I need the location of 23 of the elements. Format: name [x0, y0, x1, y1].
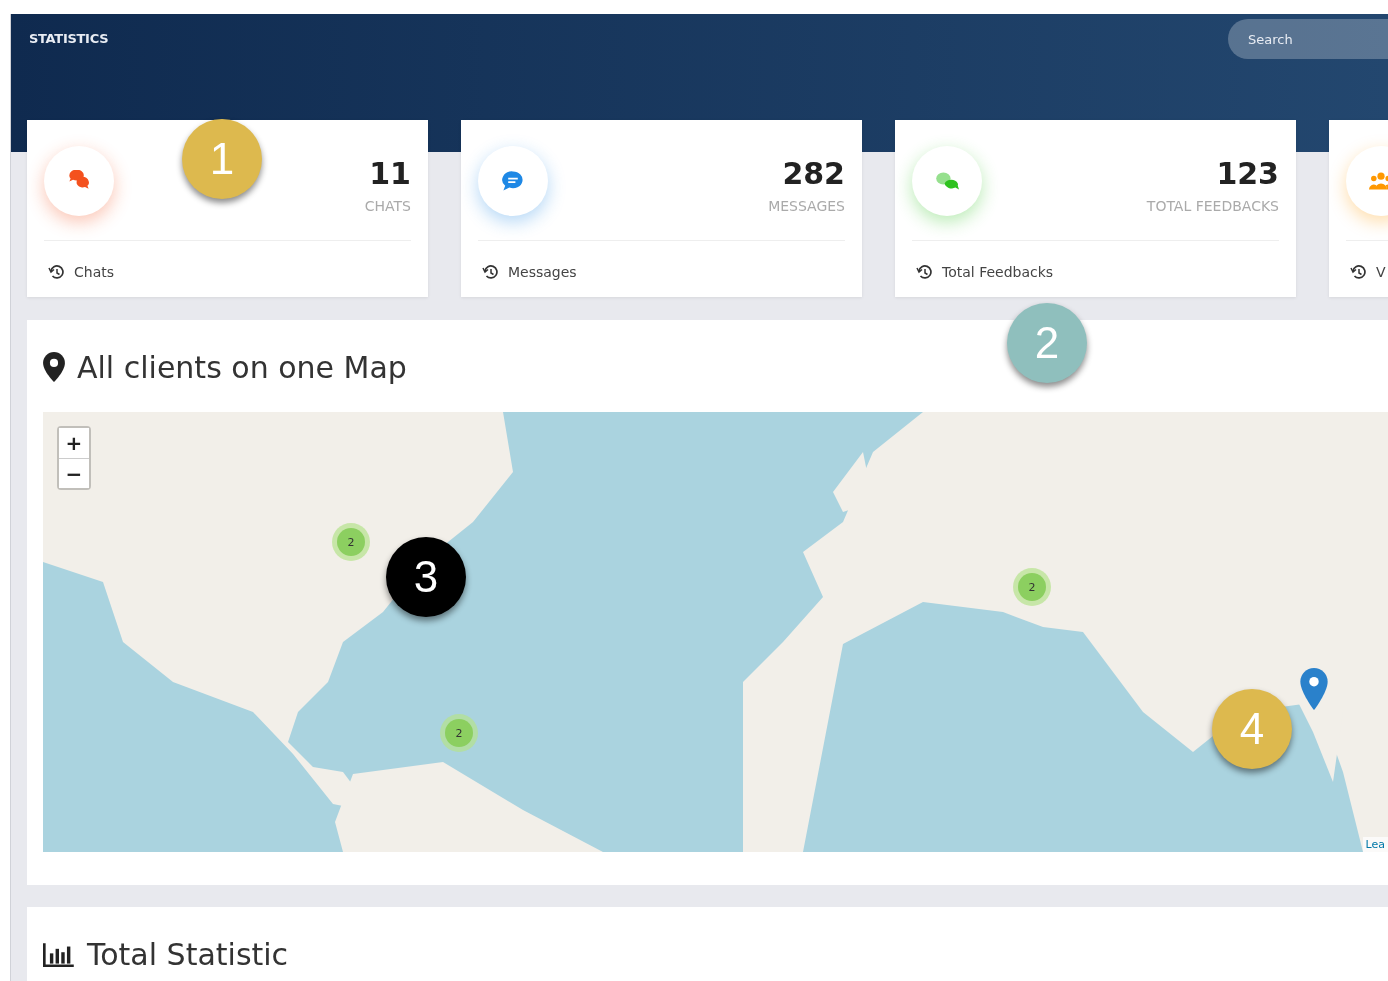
history-icon — [916, 264, 932, 280]
map-pin-icon — [43, 352, 65, 382]
page-title: STATISTICS — [29, 31, 109, 46]
stat-value: 11 — [369, 156, 411, 192]
stat-label: MESSAGES — [768, 198, 845, 214]
history-icon — [1350, 264, 1366, 280]
stat-value: 282 — [782, 156, 845, 192]
bar-chart-icon — [43, 941, 75, 967]
history-icon — [48, 264, 64, 280]
zoom-out-button[interactable]: − — [59, 458, 89, 488]
map-pin-icon[interactable] — [1300, 668, 1328, 710]
stat-label: TOTAL FEEDBACKS — [1146, 198, 1279, 214]
panel-title: All clients on one Map — [77, 349, 407, 385]
stat-label: CHATS — [364, 198, 411, 214]
card-footer-text: V — [1376, 264, 1386, 280]
stat-value: 123 — [1216, 156, 1279, 192]
card-footer-text: Messages — [508, 264, 577, 280]
map-attribution[interactable]: Lea — [1362, 837, 1388, 852]
history-icon — [482, 264, 498, 280]
panel-title: Total Statistic — [87, 936, 289, 972]
card-footer-text: Chats — [74, 264, 114, 280]
zoom-in-button[interactable]: + — [59, 428, 89, 458]
card-footer-text: Total Feedbacks — [942, 264, 1054, 280]
